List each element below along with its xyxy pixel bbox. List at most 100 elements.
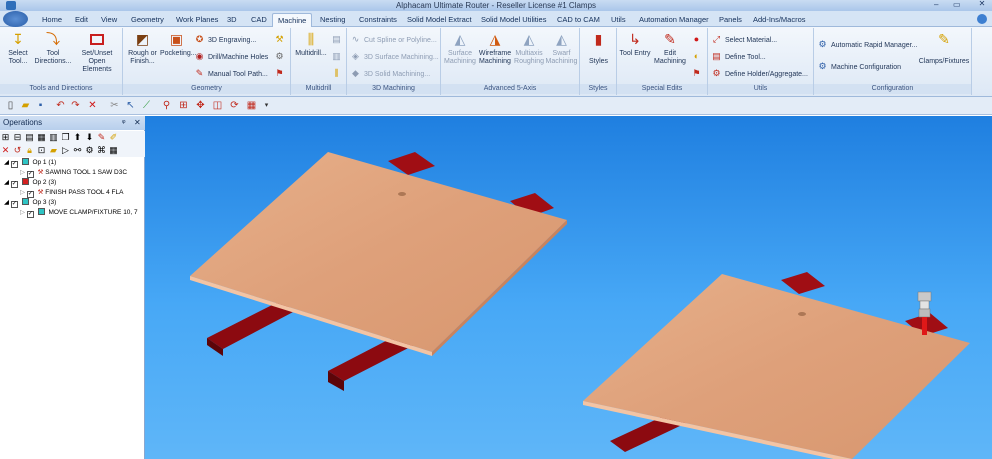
tree-item-sawing[interactable]: ▷ ✓ ⚒ SAWING TOOL 1 SAW D3C [20,168,127,178]
settings-icon[interactable]: ⚙ [84,144,95,156]
tab-nesting[interactable]: Nesting [315,13,350,27]
tab-panels[interactable]: Panels [714,13,747,27]
rough-or-finish-button[interactable]: ◩ Rough or Finish... [126,30,159,66]
pocketing-button[interactable]: ▣ Pocketing... [160,30,197,58]
tree-item-finish-pass[interactable]: ▷ ✓ ⚒ FINISH PASS TOOL 4 FLA [20,188,123,198]
maximize-icon[interactable]: ▭ [953,0,961,9]
app-logo-icon[interactable] [6,1,16,10]
visibility-checkbox[interactable]: ✓ [10,201,18,208]
tool-directions-button[interactable]: ⤵ Tool Directions... [34,30,72,66]
visibility-checkbox[interactable]: ✓ [26,211,34,218]
3d-engraving-button[interactable]: ✪ 3D Engraving... [194,33,257,45]
tree-item-move-clamp[interactable]: ▷ ✓ MOVE CLAMP/FIXTURE 10, 7 [20,208,138,218]
cut-icon[interactable]: ✂ [108,99,121,112]
folder-icon[interactable]: ▰ [48,144,59,156]
close-icon[interactable]: ✕ [972,0,992,10]
customize-toolbar-icon[interactable]: ▾ [260,99,273,112]
cut-spline-button[interactable]: ∿ Cut Spline or Polyline... [350,33,437,45]
copy-icon[interactable]: ❐ [60,131,71,143]
highlight-icon[interactable]: ✐ [108,131,119,143]
collapse-all-icon[interactable]: ⊟ [12,131,23,143]
pan-icon[interactable]: ✥ [194,99,207,112]
expand-toggle-icon[interactable]: ▷ [20,189,25,196]
visibility-checkbox[interactable]: ✓ [10,161,18,168]
tab-view[interactable]: View [96,13,122,27]
right-workpiece[interactable] [583,272,970,459]
machine-configuration-button[interactable]: ⚙ Machine Configuration [817,60,901,72]
multidrill-option-3-icon[interactable]: ⫼ [331,67,345,79]
move-up-icon[interactable]: ⬆ [72,131,83,143]
measure-icon[interactable]: ⟋ [140,99,153,112]
geometry-extra-2-icon[interactable]: ⚙ [274,50,288,62]
help-icon[interactable] [977,14,987,24]
surface-machining-button[interactable]: ◭ Surface Machining [443,30,477,66]
close-panel-icon[interactable]: ✕ [134,116,141,130]
styles-button[interactable]: ▮ Styles [582,30,615,66]
select-material-button[interactable]: ⤢ Select Material... [711,33,777,45]
expand-toggle-icon[interactable]: ▷ [20,169,25,176]
tab-add-ins-macros[interactable]: Add-Ins/Macros [748,13,811,27]
multidrill-button[interactable]: ⫼ Multidrill... [293,30,329,58]
tree-item-op1[interactable]: ◢ ✓ Op 1 (1) [4,158,56,168]
geometry-extra-1-icon[interactable]: ⚒ [274,33,288,45]
zoom-window-icon[interactable]: ⊞ [177,99,190,112]
tree-icon[interactable]: ⌘ [96,144,107,156]
rotate-view-icon[interactable]: ⟳ [228,99,241,112]
tab-cad-to-cam[interactable]: CAD to CAM [552,13,605,27]
tab-edit[interactable]: Edit [70,13,93,27]
lock-icon[interactable]: 🔒︎ [24,144,35,156]
list-icon[interactable]: ▤ [24,131,35,143]
open-folder-icon[interactable]: ▰ [19,99,32,112]
swarf-machining-button[interactable]: ◭ Swarf Machining [545,30,578,66]
multidrill-option-1-icon[interactable]: ▤ [331,33,345,45]
tab-constraints[interactable]: Constraints [354,13,402,27]
collapse-toggle-icon[interactable]: ◢ [4,159,9,166]
minimize-icon[interactable]: – [934,0,938,9]
automatic-rapid-manager-button[interactable]: ⚙ Automatic Rapid Manager... [817,38,917,50]
tab-solid-model-extract[interactable]: Solid Model Extract [402,13,477,27]
visibility-checkbox[interactable]: ✓ [26,191,34,198]
tab-geometry[interactable]: Geometry [126,13,169,27]
undo-icon[interactable]: ↶ [54,99,67,112]
expand-toggle-icon[interactable]: ▷ [20,209,25,216]
tab-machine[interactable]: Machine [272,13,313,27]
multidrill-option-2-icon[interactable]: ▥ [331,50,345,62]
reset-icon[interactable]: ↺ [12,144,23,156]
tree-item-op2[interactable]: ◢ ✓ Op 2 (3) [4,178,56,188]
manual-tool-path-button[interactable]: ✎ Manual Tool Path... [194,67,268,79]
collapse-toggle-icon[interactable]: ◢ [4,199,9,206]
move-down-icon[interactable]: ⬇ [84,131,95,143]
delete-icon[interactable]: ✕ [86,99,99,112]
table-icon[interactable]: ▦ [108,144,119,156]
select-tool-button[interactable]: ↧ Select Tool... [4,30,32,66]
zoom-icon[interactable]: ⚲ [160,99,173,112]
tree-item-op3[interactable]: ◢ ✓ Op 3 (3) [4,198,56,208]
drill-machine-holes-button[interactable]: ◉ Drill/Machine Holes [194,50,269,62]
redo-icon[interactable]: ↷ [69,99,82,112]
edit-machining-button[interactable]: ✎ Edit Machining [651,30,689,66]
tab-3d[interactable]: 3D [222,13,242,27]
new-file-icon[interactable]: ▯ [4,99,17,112]
3d-solid-machining-button[interactable]: ◆ 3D Solid Machining... [350,67,430,79]
link-icon[interactable]: ⚯ [72,144,83,156]
3d-surface-machining-button[interactable]: ◈ 3D Surface Machining... [350,50,439,62]
set-unset-open-elements-button[interactable]: Set/Unset Open Elements [74,30,120,74]
pin-icon[interactable]: ᵠ [122,116,126,130]
layers-icon[interactable]: ▥ [48,131,59,143]
redraw-icon[interactable]: ▦ [245,99,258,112]
define-tool-button[interactable]: ▤ Define Tool... [711,50,766,62]
clamps-fixtures-button[interactable]: ✎ Clamps/Fixtures [918,30,970,66]
grid-icon[interactable]: ▦ [36,131,47,143]
tool-entry-button[interactable]: ↳ Tool Entry [619,30,651,58]
special-edit-3-icon[interactable]: ⚑ [691,67,705,79]
tab-solid-model-utilities[interactable]: Solid Model Utilities [476,13,551,27]
simulate-icon[interactable]: ▷ [60,144,71,156]
save-icon[interactable]: ▪ [34,99,47,112]
tab-home[interactable]: Home [37,13,67,27]
tab-cad[interactable]: CAD [246,13,272,27]
expand-all-icon[interactable]: ⊞ [0,131,11,143]
tab-work-planes[interactable]: Work Planes [171,13,223,27]
view-icon[interactable]: ◫ [211,99,224,112]
visibility-checkbox[interactable]: ✓ [26,171,34,178]
remove-icon[interactable]: ✕ [0,144,11,156]
